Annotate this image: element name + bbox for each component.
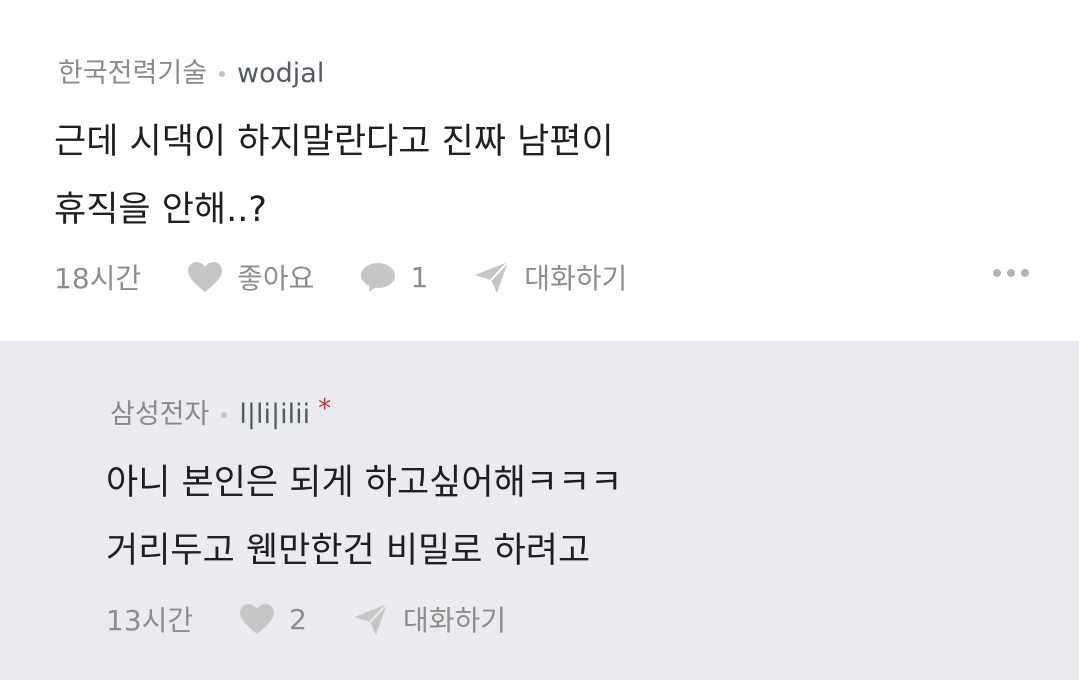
like-label: 좋아요 [237,262,315,295]
separator-dot [221,412,228,418]
like-button[interactable]: 좋아요 [187,257,314,297]
author-company: 삼성전자 [110,399,210,430]
reply-button[interactable]: 대화하기 [474,257,627,297]
comment-count-button[interactable]: 1 [360,261,428,294]
author-marker: * [318,394,332,424]
separator-dot [219,71,226,77]
author-username[interactable]: l|li|ilii [239,398,310,432]
reply-text: 아니 본인은 되게 하고싶어해ㅋㅋㅋ 거리두고 웬만한건 비밀로 하려고 [106,463,623,571]
reply-button[interactable]: 대화하기 [353,599,506,639]
speech-bubble-icon [360,261,396,293]
comment-text: 근데 시댁이 하지말란다고 진짜 남편이 휴직을 안해..? [54,122,614,230]
more-horizontal-icon [993,269,1001,277]
heart-icon [187,261,223,293]
comment-meta: 한국전력기술 wodjal [58,57,324,91]
comment-item: 한국전력기술 wodjal 근데 시댁이 하지말란다고 진짜 남편이 휴직을 안… [0,0,1079,341]
paper-plane-icon [474,260,510,294]
reply-actions: 13시간 2 대화하기 [106,599,552,639]
comment-time: 18시간 [54,262,142,295]
reply-item: 삼성전자 l|li|ilii * 아니 본인은 되게 하고싶어해ㅋㅋㅋ 거리두고… [0,341,1079,680]
reply-time: 13시간 [106,604,194,637]
like-count: 2 [289,602,307,636]
paper-plane-icon [353,602,389,636]
author-username[interactable]: wodjal [237,57,324,91]
reply-label: 대화하기 [524,262,628,295]
author-company: 한국전력기술 [58,58,208,89]
reply-meta: 삼성전자 l|li|ilii * [110,394,331,432]
comment-count: 1 [410,260,429,294]
heart-icon [239,603,275,635]
comment-actions: 18시간 좋아요 1 대화하기 [54,257,673,297]
reply-label: 대화하기 [402,604,507,637]
more-options-button[interactable] [993,269,1029,277]
like-button[interactable]: 2 [239,603,307,636]
